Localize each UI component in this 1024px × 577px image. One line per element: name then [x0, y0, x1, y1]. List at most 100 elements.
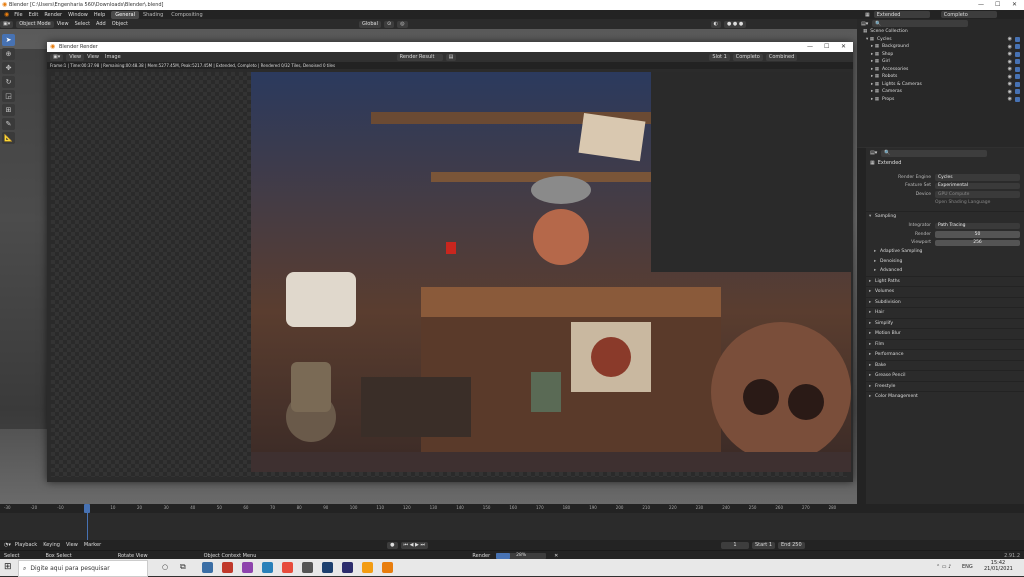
system-tray-icons[interactable]: ⌃ ▭ ♪ — [936, 564, 951, 570]
visibility-eye-icon[interactable]: ◉ — [1008, 59, 1012, 65]
outliner-row-props[interactable]: ▸ ▦ Props ◉ — [857, 96, 1024, 104]
marker-menu[interactable]: Marker — [84, 542, 101, 548]
frame-ruler[interactable]: -30-20-101102030405060708090100110120130… — [0, 504, 1024, 513]
cortana-icon[interactable]: ○ — [162, 563, 168, 571]
outliner-row-scene-collection[interactable]: ▦ Scene Collection — [857, 28, 1024, 36]
playback-menu[interactable]: Playback — [15, 542, 37, 548]
outliner-row-girl[interactable]: ▸ ▦ Girl ◉ — [857, 58, 1024, 66]
tab-shading[interactable]: Shading — [139, 11, 167, 19]
editor-type-icon[interactable]: ◔▾ — [4, 542, 11, 548]
select-menu[interactable]: Select — [75, 21, 90, 27]
editor-type-button[interactable]: ▣▾ — [0, 20, 14, 28]
app-icon[interactable] — [342, 562, 353, 573]
task-view-icon[interactable]: ⧉ — [180, 562, 186, 572]
transform-orientation-select[interactable]: Global — [359, 20, 381, 28]
osl-checkbox[interactable]: Open Shading Language — [935, 200, 990, 205]
menu-window[interactable]: Window — [68, 12, 88, 18]
outliner-row-robots[interactable]: ▸ ▦ Robots ◉ — [857, 73, 1024, 81]
panel-freestyle[interactable]: ▸ Freestyle — [866, 380, 1024, 392]
keying-menu[interactable]: Keying — [43, 542, 60, 548]
visibility-eye-icon[interactable]: ◉ — [1008, 44, 1012, 50]
app-icon[interactable] — [262, 562, 273, 573]
visibility-eye-icon[interactable]: ◉ — [1008, 89, 1012, 95]
add-menu[interactable]: Add — [96, 21, 106, 27]
panel-sampling[interactable]: ▾ Sampling — [866, 211, 1024, 222]
panel-film[interactable]: ▸ Film — [866, 338, 1024, 350]
snap-icon[interactable]: ⊙ — [383, 20, 395, 28]
shading-solid-icon[interactable]: ● ● ● — [723, 20, 747, 28]
panel-hair[interactable]: ▸ Hair — [866, 307, 1024, 318]
panel-simplify[interactable]: ▸ Simplify — [866, 317, 1024, 329]
outliner-row-background[interactable]: ▸ ▦ Background ◉ — [857, 43, 1024, 51]
language-indicator[interactable]: ENG — [962, 564, 973, 570]
panel-bake[interactable]: ▸ Bake — [866, 359, 1024, 371]
subpanel-adaptive-sampling[interactable]: ▸ Adaptive Sampling — [866, 247, 1024, 257]
playback-buttons-icon[interactable]: ⏮ ◀ ▶ ⏭ — [400, 541, 428, 549]
minimize-icon[interactable]: — — [807, 43, 813, 50]
overlays-icon[interactable]: ◐ — [710, 20, 721, 28]
mode-select[interactable]: Object Mode — [16, 20, 54, 28]
outliner-row-cameras[interactable]: ▸ ▦ Cameras ◉ — [857, 88, 1024, 96]
playhead[interactable] — [84, 504, 90, 513]
feature-set-select[interactable]: Experimental — [935, 182, 1020, 189]
integrator-select[interactable]: Path Tracing — [935, 222, 1020, 229]
clock[interactable]: 15:42 21/01/2021 — [984, 560, 1013, 572]
outliner-row-shop[interactable]: ▸ ▦ Shop ◉ — [857, 51, 1024, 59]
outliner-row-lights-cameras[interactable]: ▸ ▦ Lights & Cameras ◉ — [857, 81, 1024, 89]
image-browse-field[interactable]: Render Result — [396, 53, 443, 61]
app-icon[interactable] — [222, 562, 233, 573]
cancel-render-icon[interactable]: ✕ — [554, 553, 558, 559]
properties-type-icon[interactable]: ▤▾ — [870, 150, 877, 156]
record-icon[interactable]: ● — [387, 541, 398, 549]
visibility-eye-icon[interactable]: ◉ — [1008, 51, 1012, 57]
view-menu[interactable]: View — [87, 54, 99, 60]
move-tool-icon[interactable]: ✥ — [2, 62, 15, 74]
panel-light-paths[interactable]: ▸ Light Paths — [866, 275, 1024, 287]
panel-color-management[interactable]: ▸ Color Management — [866, 391, 1024, 402]
photoshop-app-icon[interactable] — [322, 562, 333, 573]
menu-help[interactable]: Help — [94, 12, 105, 18]
viewport-samples-field[interactable]: 256 — [935, 239, 1020, 246]
view-layer-field[interactable]: Completo — [940, 11, 997, 18]
current-frame-field[interactable]: 1 — [721, 541, 749, 549]
properties-search-input[interactable]: 🔍 — [881, 149, 988, 157]
blender-menu-icon[interactable]: ◉ — [4, 11, 9, 18]
enable-checkbox[interactable] — [1015, 66, 1020, 72]
maximize-icon[interactable]: ☐ — [995, 1, 1000, 8]
device-select[interactable]: GPU Compute — [935, 191, 1020, 198]
enable-checkbox[interactable] — [1015, 59, 1020, 65]
object-menu[interactable]: Object — [112, 21, 128, 27]
outliner-row-accessories[interactable]: ▸ ▦ Accessories ◉ — [857, 66, 1024, 74]
panel-grease-pencil[interactable]: ▸ Grease Pencil — [866, 370, 1024, 381]
outliner-search-input[interactable]: 🔍 — [872, 20, 969, 27]
outliner-row-cycles[interactable]: ▾ ▦ Cycles ◉ — [857, 36, 1024, 44]
panel-motion-blur[interactable]: ▸ Motion Blur — [866, 328, 1024, 339]
taskbar-search[interactable]: ⌕ Digite aqui para pesquisar — [18, 560, 148, 577]
enable-checkbox[interactable] — [1015, 81, 1020, 87]
slot-select[interactable]: Slot 1 — [709, 53, 730, 61]
app-icon[interactable] — [282, 562, 293, 573]
editor-type-button[interactable]: ▣▾ — [50, 53, 64, 61]
visibility-eye-icon[interactable]: ◉ — [1008, 74, 1012, 80]
image-icon[interactable]: ▤ — [445, 53, 457, 61]
panel-volumes[interactable]: ▸ Volumes — [866, 286, 1024, 297]
tab-general[interactable]: General — [111, 10, 139, 19]
app-icon[interactable] — [302, 562, 313, 573]
minimize-icon[interactable]: — — [978, 1, 984, 8]
chrome-app-icon[interactable] — [362, 562, 373, 573]
enable-checkbox[interactable] — [1015, 44, 1020, 50]
scene-field[interactable]: Extended — [873, 11, 930, 18]
close-icon[interactable]: ✕ — [841, 43, 846, 50]
timeline[interactable]: -30-20-101102030405060708090100110120130… — [0, 504, 1024, 540]
explorer-app-icon[interactable] — [202, 562, 213, 573]
menu-edit[interactable]: Edit — [29, 12, 39, 18]
blender-app-icon[interactable] — [382, 562, 393, 573]
render-canvas[interactable] — [51, 72, 851, 477]
panel-subdivision[interactable]: ▸ Subdivision — [866, 296, 1024, 308]
menu-file[interactable]: File — [14, 12, 22, 18]
enable-checkbox[interactable] — [1015, 96, 1020, 102]
view-mode-select[interactable]: View — [66, 53, 85, 61]
tab-compositing[interactable]: Compositing — [167, 11, 206, 19]
visibility-eye-icon[interactable]: ◉ — [1008, 81, 1012, 87]
close-icon[interactable]: ✕ — [1012, 1, 1017, 8]
